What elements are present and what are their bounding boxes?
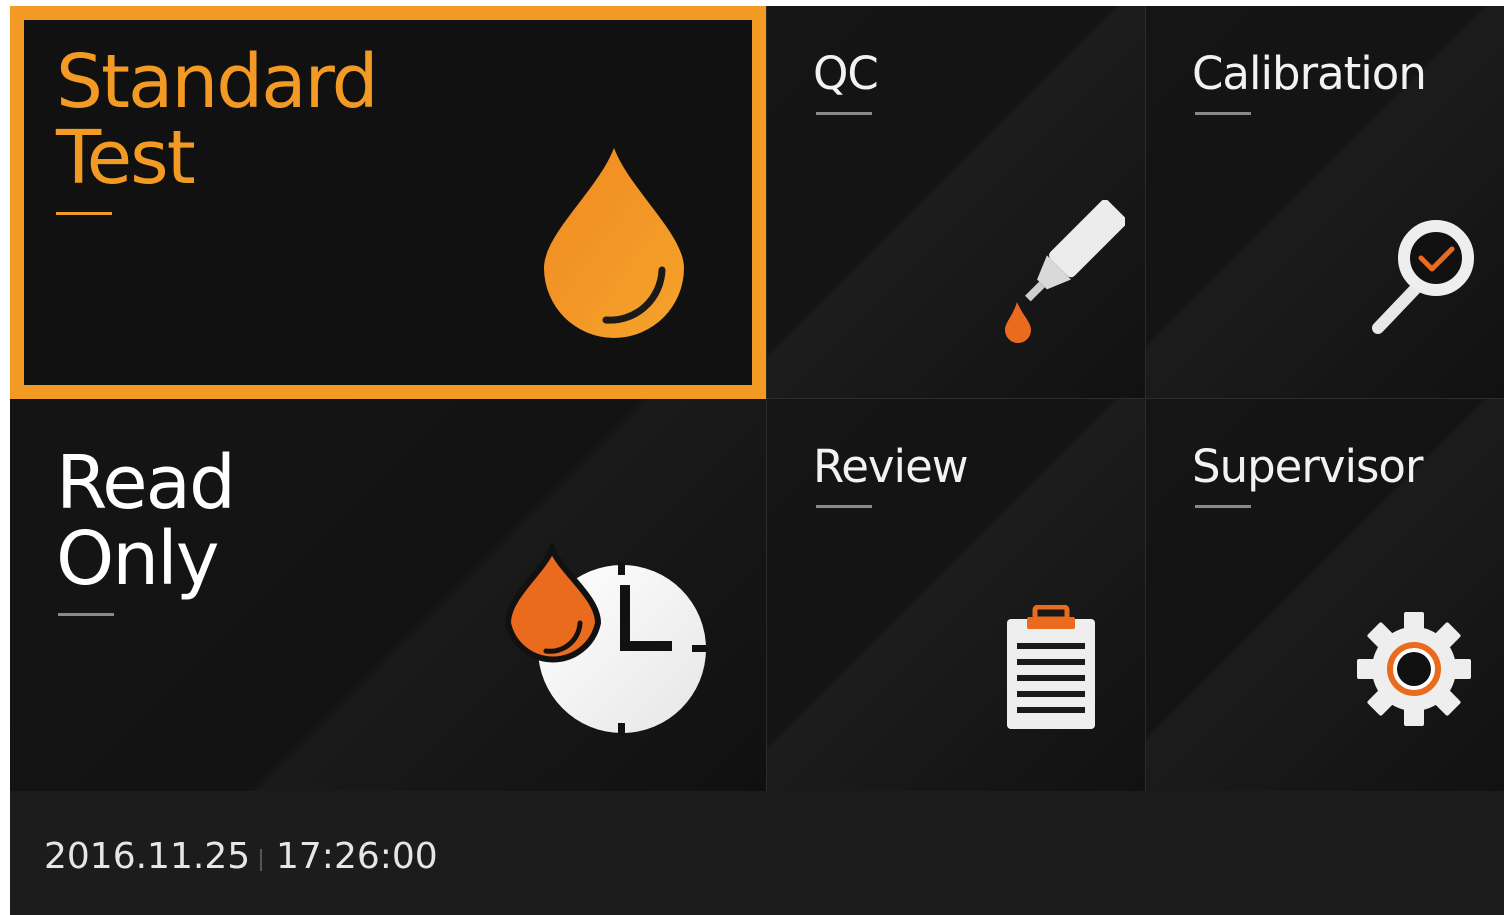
supervisor-label: Supervisor	[1192, 440, 1423, 493]
qc-label: QC	[813, 47, 879, 100]
read-only-underline	[58, 613, 114, 616]
read-only-label-line1: Read	[56, 440, 236, 526]
home-screen: Standard Test QC Calibration Read Only R…	[10, 6, 1504, 915]
standard-test-label-line1: Standard	[56, 39, 379, 125]
magnifier-check-icon	[1372, 220, 1474, 334]
status-bar: 2016.11.25 17:26:00	[10, 791, 1504, 915]
read-only-label: Read Only	[56, 440, 236, 602]
supervisor-tile[interactable]: Supervisor	[1146, 399, 1504, 791]
dropper-icon	[1005, 200, 1125, 343]
calibration-label: Calibration	[1192, 47, 1427, 100]
supervisor-underline	[1195, 505, 1251, 508]
standard-test-tile[interactable]: Standard Test	[10, 6, 766, 399]
qc-tile[interactable]: QC	[767, 6, 1145, 398]
gear-icon	[1357, 612, 1471, 726]
status-time: 17:26:00	[276, 836, 438, 877]
review-underline	[816, 505, 872, 508]
clipboard-icon	[1007, 605, 1095, 729]
read-only-label-line2: Only	[56, 516, 219, 602]
standard-test-label-line2: Test	[56, 115, 196, 201]
qc-underline	[816, 112, 872, 115]
drop-icon	[544, 148, 684, 338]
standard-test-underline	[56, 212, 112, 215]
review-label: Review	[813, 440, 969, 493]
review-tile[interactable]: Review	[767, 399, 1145, 791]
calibration-tile[interactable]: Calibration	[1146, 6, 1504, 398]
grid-divider	[766, 398, 1504, 399]
read-only-tile[interactable]: Read Only	[10, 399, 766, 791]
status-date: 2016.11.25	[44, 836, 251, 877]
calibration-underline	[1195, 112, 1251, 115]
standard-test-label: Standard Test	[56, 39, 379, 201]
status-divider	[260, 849, 262, 871]
drop-clock-icon	[506, 541, 706, 737]
